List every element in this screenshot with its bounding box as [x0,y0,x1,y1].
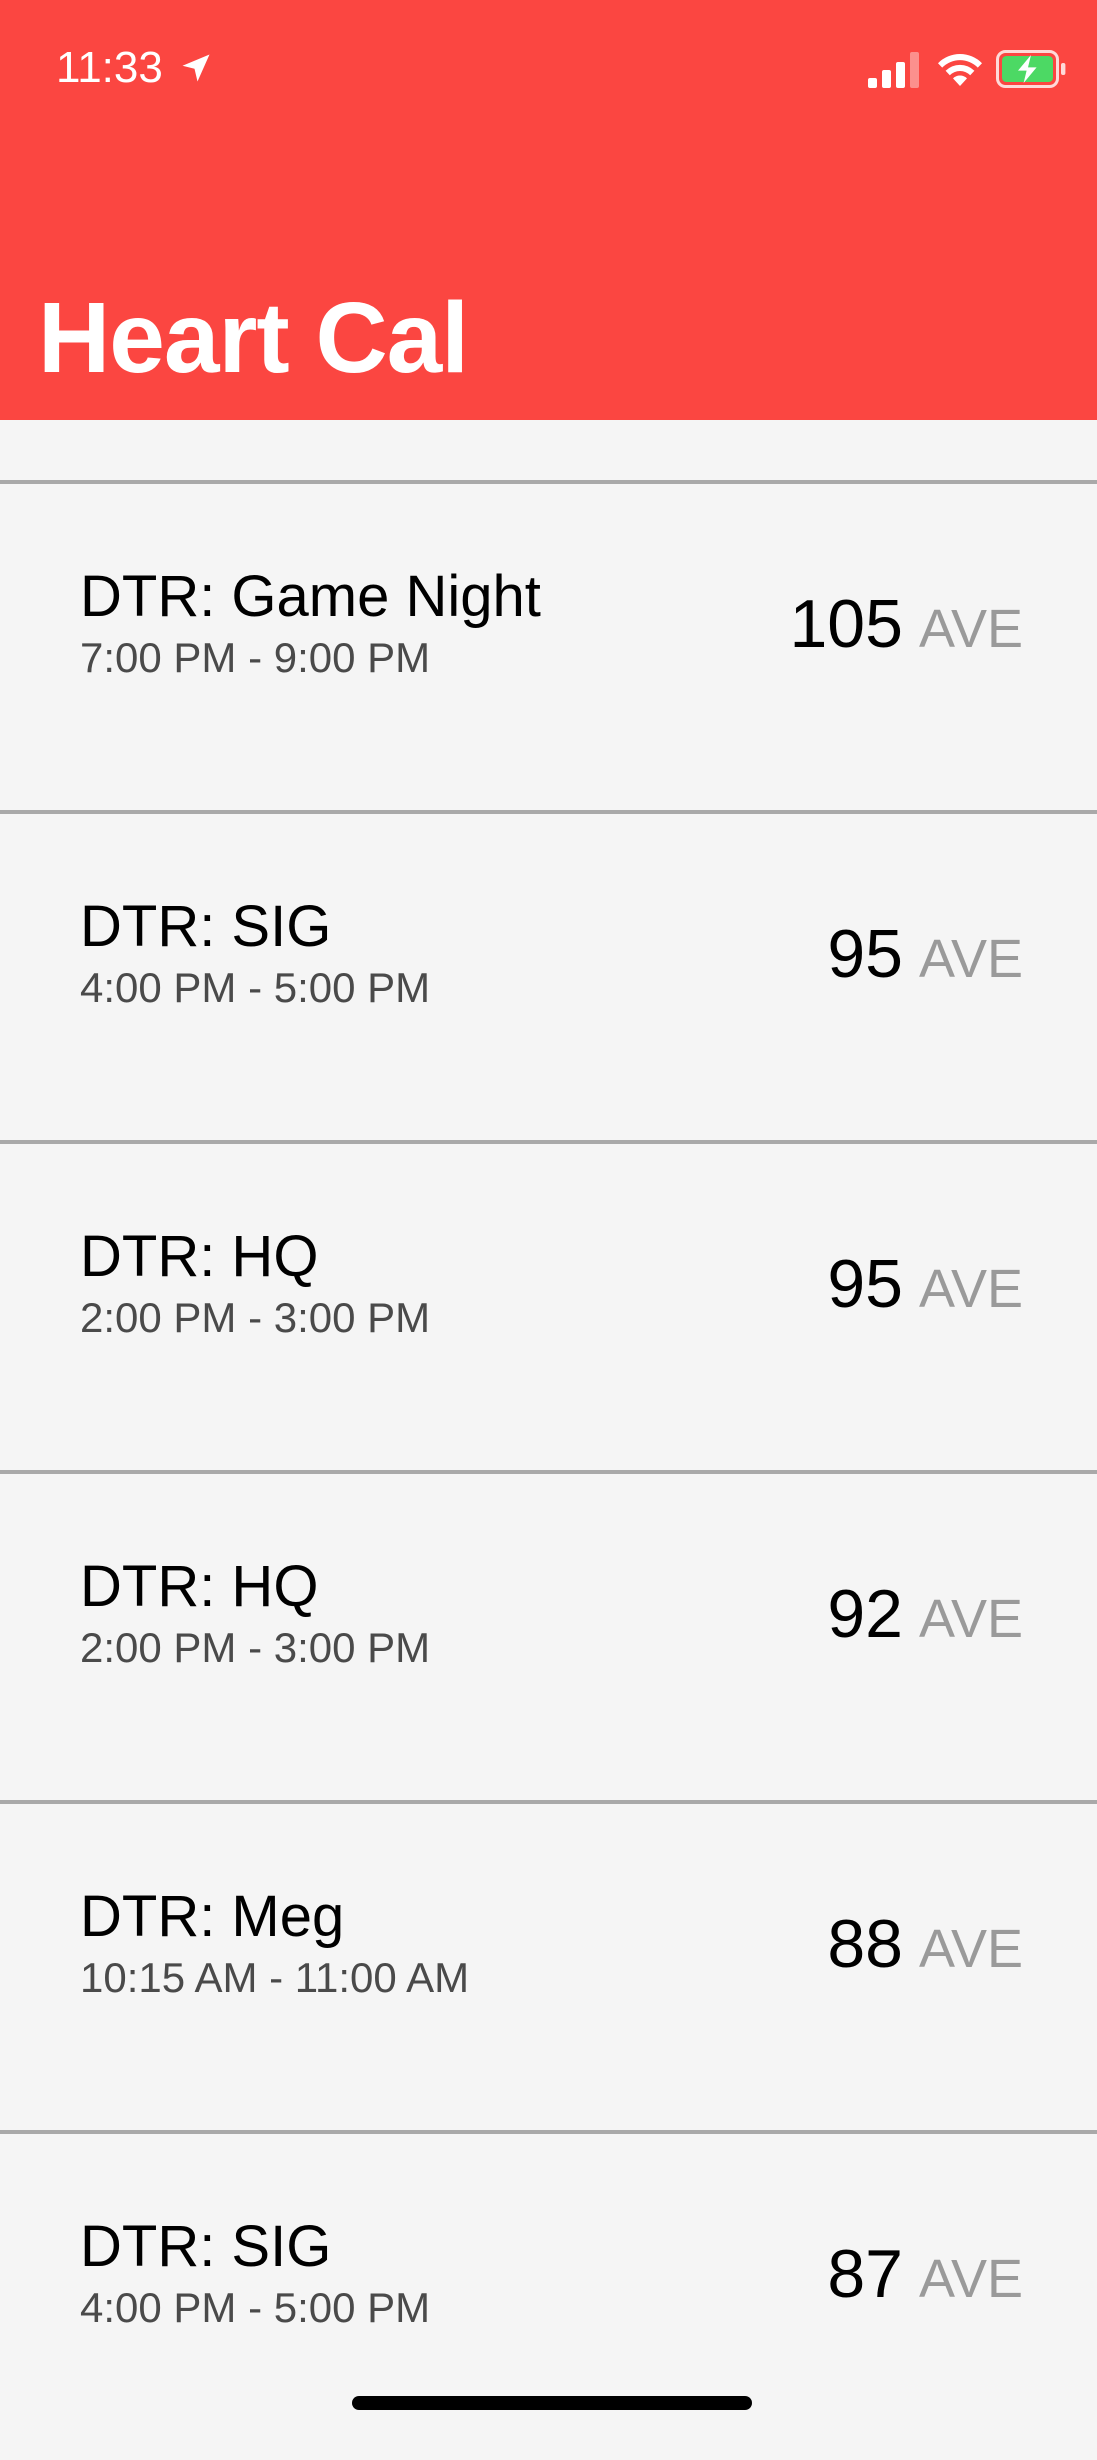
event-row[interactable]: DTR: HQ 2:00 PM - 3:00 PM 95 AVE [0,1144,1097,1470]
event-row[interactable]: DTR: Meg 10:15 AM - 11:00 AM 88 AVE [0,1804,1097,2130]
location-arrow-icon [182,54,210,82]
event-row[interactable]: DTR: HQ 2:00 PM - 3:00 PM 92 AVE [0,1474,1097,1800]
event-time: 2:00 PM - 3:00 PM [80,1624,431,1671]
event-title: DTR: Meg [80,1884,345,1949]
heart-rate-value: 92 [827,1576,903,1652]
event-title: DTR: HQ [80,1224,319,1289]
event-time: 4:00 PM - 5:00 PM [80,964,431,1011]
heart-rate-unit: AVE [918,1589,1023,1649]
heart-rate-unit: AVE [918,599,1023,659]
event-title: DTR: HQ [80,1554,319,1619]
heart-rate-average: 95 AVE [827,1244,1023,1329]
event-title: DTR: SIG [80,894,332,959]
heart-rate-average: 92 AVE [827,1574,1023,1659]
app-header: 11:33 Heart Cal [0,0,1097,420]
heart-rate-value: 95 [827,916,903,992]
event-time: 10:15 AM - 11:00 AM [80,1954,470,2001]
event-row[interactable]: DTR: SIG 4:00 PM - 5:00 PM 95 AVE [0,814,1097,1140]
event-time: 4:00 PM - 5:00 PM [80,2284,431,2331]
event-time: 7:00 PM - 9:00 PM [80,634,431,681]
event-title: DTR: SIG [80,2214,332,2279]
event-row[interactable]: DTR: Game Night 7:00 PM - 9:00 PM 105 AVE [0,484,1097,810]
event-time: 2:00 PM - 3:00 PM [80,1294,431,1341]
heart-rate-value: 88 [827,1906,903,1982]
heart-rate-average: 95 AVE [827,914,1023,999]
battery-charging-icon [996,50,1066,88]
cellular-signal-icon [868,52,919,88]
event-list[interactable]: DTR: Game Night 7:00 PM - 9:00 PM 105 AVE… [0,420,1097,2460]
heart-rate-average: 105 AVE [789,584,1023,669]
app-title: Heart Cal [38,282,469,394]
status-time: 11:33 [56,43,163,92]
heart-rate-average: 87 AVE [827,2234,1023,2319]
event-row[interactable]: DTR: SIG 4:00 PM - 5:00 PM 87 AVE [0,2134,1097,2460]
heart-rate-unit: AVE [918,1259,1023,1319]
heart-rate-value: 87 [827,2236,903,2312]
heart-rate-unit: AVE [918,2249,1023,2309]
list-top-gap [0,420,1097,480]
heart-rate-unit: AVE [918,1919,1023,1979]
heart-rate-value: 95 [827,1246,903,1322]
wifi-icon [938,54,982,86]
heart-rate-value: 105 [789,586,903,662]
home-indicator[interactable] [352,2396,752,2410]
heart-rate-unit: AVE [918,929,1023,989]
heart-rate-average: 88 AVE [827,1904,1023,1989]
event-title: DTR: Game Night [80,564,541,629]
